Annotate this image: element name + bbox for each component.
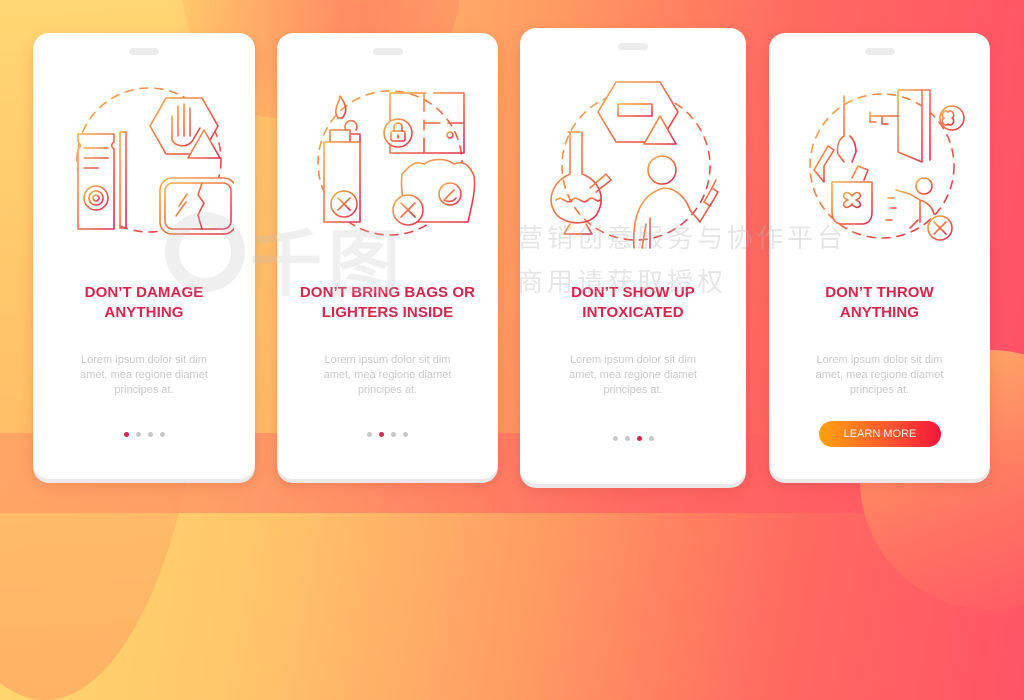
title-line: ANYTHING	[839, 304, 920, 321]
screen-title: DON’T THROW ANYTHING	[769, 283, 990, 323]
onboarding-screen-2: DON’T BRING BAGS OR LIGHTERS INSIDE Lore…	[277, 33, 498, 479]
page-indicator	[33, 432, 255, 437]
phone-speaker	[129, 48, 159, 55]
page-indicator	[520, 436, 746, 441]
title-line: DON’T THROW	[825, 284, 934, 301]
no-intoxication-icon	[520, 76, 746, 286]
page-indicator	[277, 432, 498, 437]
description-line: principes at.	[357, 384, 418, 396]
description-line: Lorem ipsum dolor sit dim	[81, 354, 207, 366]
page-dot-1[interactable]	[367, 432, 372, 437]
page-dot-3[interactable]	[391, 432, 396, 437]
title-line: LIGHTERS INSIDE	[321, 304, 454, 321]
onboarding-screen-1: DON’T DAMAGE ANYTHING Lorem ipsum dolor …	[33, 33, 255, 479]
learn-more-button[interactable]: LEARN MORE	[819, 421, 941, 447]
page-dot-4[interactable]	[648, 436, 654, 441]
title-line: ANYTHING	[104, 304, 184, 321]
onboarding-screen-4: DON’T THROW ANYTHING Lorem ipsum dolor s…	[769, 33, 990, 479]
phone-speaker	[372, 48, 403, 55]
screen-description: Lorem ipsum dolor sit dim amet, mea regi…	[33, 353, 255, 398]
no-throwing-icon	[769, 78, 990, 288]
description-line: principes at.	[603, 384, 663, 396]
damage-property-icon	[33, 78, 255, 288]
screen-title: DON’T BRING BAGS OR LIGHTERS INSIDE	[277, 283, 498, 323]
page-dot-2[interactable]	[135, 432, 141, 437]
no-bags-lighters-icon	[277, 78, 498, 288]
title-line: DON’T BRING BAGS OR	[299, 284, 476, 301]
description-line: Lorem ipsum dolor sit dim	[816, 354, 943, 366]
page-dot-2[interactable]	[379, 432, 384, 437]
title-line: DON’T SHOW UP	[571, 284, 695, 301]
phone-speaker	[864, 48, 895, 55]
page-dot-2[interactable]	[624, 436, 630, 441]
page-dot-1[interactable]	[612, 436, 618, 441]
title-line: DON’T DAMAGE	[84, 284, 204, 301]
page-dot-4[interactable]	[159, 432, 165, 437]
description-line: amet, mea regione diamet	[815, 369, 944, 381]
title-line: INTOXICATED	[582, 304, 684, 321]
description-line: principes at.	[849, 384, 910, 396]
description-line: amet, mea regione diamet	[80, 369, 208, 381]
screen-description: Lorem ipsum dolor sit dim amet, mea regi…	[520, 353, 746, 398]
description-line: Lorem ipsum dolor sit dim	[570, 354, 696, 366]
screen-title: DON’T SHOW UP INTOXICATED	[520, 283, 746, 323]
page-dot-1[interactable]	[123, 432, 129, 437]
phone-speaker	[618, 43, 648, 50]
description-line: Lorem ipsum dolor sit dim	[324, 354, 451, 366]
screen-description: Lorem ipsum dolor sit dim amet, mea regi…	[769, 353, 990, 398]
page-dot-3[interactable]	[636, 436, 642, 441]
description-line: amet, mea regione diamet	[323, 369, 452, 381]
page-dot-4[interactable]	[403, 432, 408, 437]
screen-description: Lorem ipsum dolor sit dim amet, mea regi…	[277, 353, 498, 398]
onboarding-screen-3: DON’T SHOW UP INTOXICATED Lorem ipsum do…	[520, 28, 746, 484]
description-line: principes at.	[114, 384, 174, 396]
screen-title: DON’T DAMAGE ANYTHING	[33, 283, 255, 323]
page-dot-3[interactable]	[147, 432, 153, 437]
description-line: amet, mea regione diamet	[569, 369, 697, 381]
